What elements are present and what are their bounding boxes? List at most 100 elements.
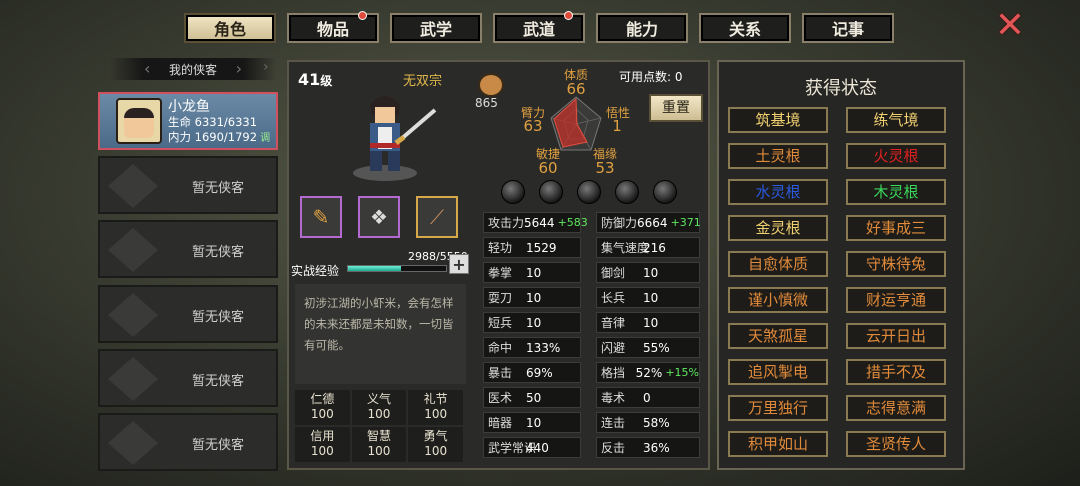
stat-value: 10 xyxy=(643,265,659,280)
equip-slot-armor[interactable]: ❖ xyxy=(358,196,400,238)
equip-slot-accessory[interactable]: ⟋ xyxy=(416,196,458,238)
virtue-item: 义气 100 xyxy=(351,390,407,425)
radar-value-bili: 63 xyxy=(523,117,543,135)
party-slot-empty[interactable]: 暂无侠客 xyxy=(98,220,278,278)
character-bio: 初涉江湖的小虾米，会有怎样的未来还都是未知数，一切皆有可能。 xyxy=(295,284,466,384)
status-item[interactable]: 守株待兔 xyxy=(846,251,946,277)
silhouette-icon xyxy=(108,164,158,208)
status-item[interactable]: 财运亨通 xyxy=(846,287,946,313)
tab-items[interactable]: 物品 xyxy=(287,11,379,43)
tab-abilities[interactable]: 能力 xyxy=(596,13,688,43)
status-title: 获得状态 xyxy=(805,78,877,99)
status-item[interactable]: 积甲如山 xyxy=(728,431,828,457)
brush-icon: ✎ xyxy=(312,205,330,229)
orb-slot[interactable] xyxy=(615,180,639,204)
stat-row: 集气速度 216 xyxy=(596,237,700,258)
party-slot-empty[interactable]: 暂无侠客 xyxy=(98,156,278,214)
tab-relations[interactable]: 关系 xyxy=(699,13,791,43)
stat-value: 50 xyxy=(526,390,542,405)
chevron-left-icon[interactable]: ‹ xyxy=(144,59,150,78)
empty-slot-label: 暂无侠客 xyxy=(191,181,244,196)
tab-martial-way[interactable]: 武道 xyxy=(493,11,585,43)
stat-row: 防御力 6664 +371 xyxy=(596,212,701,233)
stat-row: 格挡 52% +15% xyxy=(596,362,700,383)
chevron-right-icon[interactable]: › xyxy=(263,59,269,75)
stat-name: 格挡 xyxy=(601,366,626,380)
party-slot-empty[interactable]: 暂无侠客 xyxy=(98,349,278,407)
level-unit: 级 xyxy=(320,74,333,88)
status-item[interactable]: 筑基境 xyxy=(728,107,828,133)
silhouette-icon xyxy=(108,357,158,401)
virtue-item: 礼节 100 xyxy=(408,390,463,425)
tab-label: 角色 xyxy=(213,20,246,39)
stat-value: 216 xyxy=(643,240,666,255)
status-item[interactable]: 金灵根 xyxy=(728,215,828,241)
equip-slot-weapon[interactable]: ✎ xyxy=(300,196,342,238)
status-item[interactable]: 追风掣电 xyxy=(728,359,828,385)
mp-line: 内力 1690/1792 调 xyxy=(168,129,270,145)
stat-row: 拳掌 10 xyxy=(483,262,581,283)
status-item[interactable]: 志得意满 xyxy=(846,395,946,421)
notice-dot-icon xyxy=(564,11,573,20)
status-item[interactable]: 措手不及 xyxy=(846,359,946,385)
status-item[interactable]: 木灵根 xyxy=(846,179,946,205)
stat-name: 暴击 xyxy=(488,366,513,380)
radar-value-minjie: 60 xyxy=(538,159,558,177)
notice-dot-icon xyxy=(358,11,367,20)
virtue-name: 信用 xyxy=(310,429,335,443)
stat-name: 医术 xyxy=(488,391,513,405)
stat-value: 133% xyxy=(526,340,561,355)
hairpin-icon: ⟋ xyxy=(430,205,444,229)
stat-bonus: +15% xyxy=(665,366,699,379)
status-item[interactable]: 水灵根 xyxy=(728,179,828,205)
party-slot-selected[interactable]: 小龙鱼 生命 6331/6331 内力 1690/1792 调 xyxy=(98,92,278,150)
tab-label: 记事 xyxy=(831,20,864,39)
stat-name: 闪避 xyxy=(601,341,626,355)
status-item[interactable]: 云开日出 xyxy=(846,323,946,349)
orb-slot[interactable] xyxy=(539,180,563,204)
orb-slot[interactable] xyxy=(501,180,525,204)
empty-slot-label: 暂无侠客 xyxy=(191,438,244,453)
status-item[interactable]: 万里独行 xyxy=(728,395,828,421)
tab-martial-arts[interactable]: 武学 xyxy=(390,13,482,43)
reset-button[interactable]: 重置 xyxy=(649,94,703,122)
tab-journal[interactable]: 记事 xyxy=(802,13,894,43)
status-item[interactable]: 谨小慎微 xyxy=(728,287,828,313)
orb-slot[interactable] xyxy=(653,180,677,204)
stat-value: 10 xyxy=(643,290,659,305)
orb-slot[interactable] xyxy=(577,180,601,204)
chevron-right-icon[interactable]: › xyxy=(236,59,242,78)
party-slot-empty[interactable]: 暂无侠客 xyxy=(98,413,278,471)
status-item[interactable]: 自愈体质 xyxy=(728,251,828,277)
status-item[interactable]: 火灵根 xyxy=(846,143,946,169)
hp-label: 生命 xyxy=(168,115,191,129)
stat-row: 御剑 10 xyxy=(596,262,700,283)
close-icon[interactable]: ✕ xyxy=(992,8,1028,44)
hp-value: 6331/6331 xyxy=(194,115,258,129)
tab-character[interactable]: 角色 xyxy=(184,13,276,43)
stat-row: 暗器 10 xyxy=(483,412,581,433)
status-item[interactable]: 练气境 xyxy=(846,107,946,133)
add-exp-button[interactable]: + xyxy=(449,254,469,274)
status-item[interactable]: 好事成三 xyxy=(846,215,946,241)
stat-value: 36% xyxy=(643,440,670,455)
virtue-value: 100 xyxy=(424,407,448,421)
level-display: 41级 xyxy=(298,70,332,89)
stat-value: 5644 xyxy=(524,215,555,230)
tab-label: 关系 xyxy=(728,20,761,39)
party-slot-empty[interactable]: 暂无侠客 xyxy=(98,285,278,343)
empty-slot-label: 暂无侠客 xyxy=(191,310,244,325)
stat-name: 反击 xyxy=(601,441,626,455)
stat-value: 6664 xyxy=(637,215,668,230)
adjust-button[interactable]: 调 xyxy=(260,133,270,144)
silhouette-icon xyxy=(108,421,158,465)
stat-value: 0 xyxy=(643,390,651,405)
stat-name: 毒术 xyxy=(601,391,626,405)
stat-name: 音律 xyxy=(601,316,626,330)
status-item[interactable]: 天煞孤星 xyxy=(728,323,828,349)
stat-row: 反击 36% xyxy=(596,437,700,458)
stat-row: 长兵 10 xyxy=(596,287,700,308)
status-item[interactable]: 土灵根 xyxy=(728,143,828,169)
status-item[interactable]: 圣贤传人 xyxy=(846,431,946,457)
stat-value: 10 xyxy=(526,415,542,430)
